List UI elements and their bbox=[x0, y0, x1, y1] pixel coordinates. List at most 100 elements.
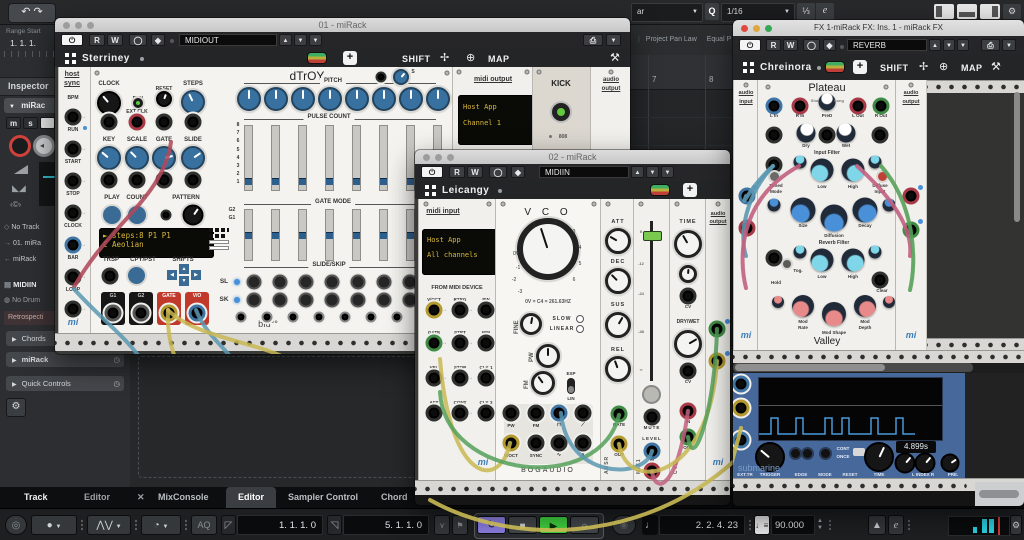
slider-handle[interactable] bbox=[272, 232, 279, 239]
punch-in-icon[interactable]: ⋎ bbox=[434, 515, 450, 535]
horizontal-scrollbar[interactable] bbox=[733, 363, 973, 372]
gate-mode-knob[interactable] bbox=[152, 146, 176, 170]
gate-block[interactable]: GATE bbox=[157, 292, 181, 325]
zone-right-icon[interactable] bbox=[980, 4, 1000, 19]
pattern-grid[interactable] bbox=[209, 228, 231, 252]
hostsync-start-jack[interactable] bbox=[65, 173, 82, 190]
skip-step-button-5[interactable] bbox=[353, 295, 364, 306]
audio-out-right-jack[interactable] bbox=[903, 222, 920, 239]
adsr-gate-jack[interactable] bbox=[611, 406, 628, 423]
audio-in-left-jack[interactable] bbox=[739, 188, 756, 205]
metronome-click-button[interactable]: ◎ bbox=[5, 515, 27, 535]
shift-right-button[interactable]: ▶ bbox=[191, 270, 201, 280]
slide-step-button-4[interactable] bbox=[327, 277, 338, 288]
audio-right-jack[interactable] bbox=[709, 353, 726, 370]
plateau-lout-jack[interactable] bbox=[850, 98, 867, 115]
tuned-jack[interactable] bbox=[766, 157, 783, 174]
midi-clk1-jack[interactable] bbox=[478, 370, 495, 387]
map-button[interactable]: MAP bbox=[488, 54, 510, 64]
plateau-rout-jack[interactable] bbox=[873, 98, 890, 115]
size-cv-knob[interactable] bbox=[768, 199, 781, 212]
gate-mode-slider-7[interactable] bbox=[406, 209, 415, 261]
audio-record-mode-button[interactable]: ⋀⋁ ▼ bbox=[87, 515, 131, 535]
level-fader-handle[interactable] bbox=[643, 231, 662, 241]
hostsync-bpm-jack[interactable] bbox=[65, 109, 82, 126]
g1-jack[interactable] bbox=[105, 305, 122, 322]
titlebar[interactable]: 02 - miRack bbox=[415, 150, 730, 165]
sustain-knob[interactable] bbox=[605, 312, 631, 338]
time-range-knob[interactable] bbox=[679, 265, 697, 283]
read-automation-button[interactable]: R bbox=[89, 34, 105, 46]
midi-pw-jack[interactable] bbox=[478, 302, 495, 319]
gate-mode-slider-5[interactable] bbox=[352, 209, 361, 261]
diffusion-knob[interactable] bbox=[821, 205, 848, 232]
rack-grid-icon[interactable] bbox=[65, 53, 76, 64]
pulse-count-slider-5[interactable] bbox=[352, 125, 361, 191]
slide-step-button-2[interactable] bbox=[275, 277, 286, 288]
skip-step-button-7[interactable] bbox=[405, 295, 416, 306]
skip-step-button-2[interactable] bbox=[275, 295, 286, 306]
hostsync-run-jack[interactable] bbox=[65, 141, 82, 158]
shift-down-button[interactable]: ▼ bbox=[179, 276, 189, 286]
preset-select[interactable]: REVERB bbox=[847, 39, 927, 51]
mod-rate-knob[interactable] bbox=[792, 295, 814, 317]
decay-cv-knob[interactable] bbox=[883, 199, 896, 212]
slider-handle[interactable] bbox=[353, 232, 360, 239]
metronome-icon[interactable]: ▲ bbox=[868, 515, 886, 535]
cvd-out-jack[interactable] bbox=[680, 429, 697, 446]
mode-button[interactable] bbox=[821, 449, 830, 458]
slider-handle[interactable] bbox=[245, 232, 252, 239]
rack-color-swatch[interactable] bbox=[308, 53, 326, 63]
read-automation-button[interactable]: R bbox=[449, 166, 465, 178]
sync-in-jack[interactable] bbox=[528, 435, 545, 452]
preset-next-button[interactable]: ▼ bbox=[294, 34, 307, 46]
play-button[interactable] bbox=[103, 206, 121, 224]
zone-left-icon[interactable] bbox=[934, 4, 954, 19]
cvd-in-jack[interactable] bbox=[680, 403, 697, 420]
preset-prev-button[interactable]: ▲ bbox=[929, 39, 941, 51]
inspector-gear-button[interactable]: ⚙ bbox=[6, 398, 26, 417]
add-module-button[interactable]: + bbox=[683, 183, 697, 197]
r-index-knob[interactable] bbox=[915, 453, 936, 474]
section-mirack[interactable]: ▶miRack◷ bbox=[6, 352, 124, 367]
preset-next-button[interactable]: ▼ bbox=[943, 39, 955, 51]
globe-icon[interactable]: ⊕ bbox=[466, 53, 475, 64]
rack-name[interactable]: Sterriney bbox=[82, 53, 130, 64]
attack-knob[interactable] bbox=[605, 228, 631, 254]
rack-name[interactable]: Chreinora bbox=[760, 62, 812, 73]
skip-step-button-4[interactable] bbox=[327, 295, 338, 306]
trsp-jack[interactable] bbox=[102, 268, 119, 285]
step-cv-jack-5[interactable] bbox=[340, 312, 351, 323]
predelay-cv-jack[interactable] bbox=[819, 127, 836, 144]
pulse-count-slider-1[interactable] bbox=[244, 125, 253, 191]
pre-knob[interactable] bbox=[941, 454, 960, 473]
hostsync-loop-jack[interactable] bbox=[65, 301, 82, 318]
diffuse-input-button[interactable] bbox=[878, 172, 887, 181]
titlebar[interactable]: 01 - miRack bbox=[55, 18, 630, 33]
read-button[interactable] bbox=[40, 117, 55, 129]
gate-mode-slider-4[interactable] bbox=[325, 209, 334, 261]
locator-right-icon[interactable]: ◹ bbox=[327, 515, 342, 535]
tuned-mode-button[interactable] bbox=[770, 172, 779, 181]
midi-cont-jack[interactable] bbox=[452, 405, 469, 422]
edge-rise-button[interactable] bbox=[791, 449, 800, 458]
slow-radio[interactable] bbox=[576, 315, 584, 323]
transport-gear-icon[interactable]: ⚙ bbox=[1010, 515, 1022, 535]
undo-redo-group[interactable]: ↶ ↷ bbox=[8, 3, 56, 23]
rack-grid-icon[interactable] bbox=[743, 62, 754, 73]
step-cv-jack-7[interactable] bbox=[392, 312, 403, 323]
pw-knob[interactable] bbox=[536, 344, 560, 368]
clock-icon[interactable]: ◷ bbox=[113, 352, 120, 367]
step-cv-jack-3[interactable] bbox=[288, 312, 299, 323]
hostsync-bar-jack[interactable] bbox=[65, 269, 82, 286]
wet-cv-jack[interactable] bbox=[872, 127, 889, 144]
wet-knob[interactable] bbox=[837, 124, 856, 143]
bypass-button[interactable]: ◯ bbox=[129, 34, 147, 46]
slide-knob[interactable] bbox=[181, 146, 205, 170]
slider-handle[interactable] bbox=[326, 232, 333, 239]
rf-low-cv-knob[interactable] bbox=[794, 246, 807, 259]
vo-out-jack[interactable] bbox=[189, 305, 206, 322]
range-start-value[interactable]: 1. 1. 1. bbox=[10, 38, 36, 48]
vo-block[interactable]: V/O bbox=[185, 292, 209, 325]
sub-time-knob[interactable] bbox=[864, 442, 894, 472]
